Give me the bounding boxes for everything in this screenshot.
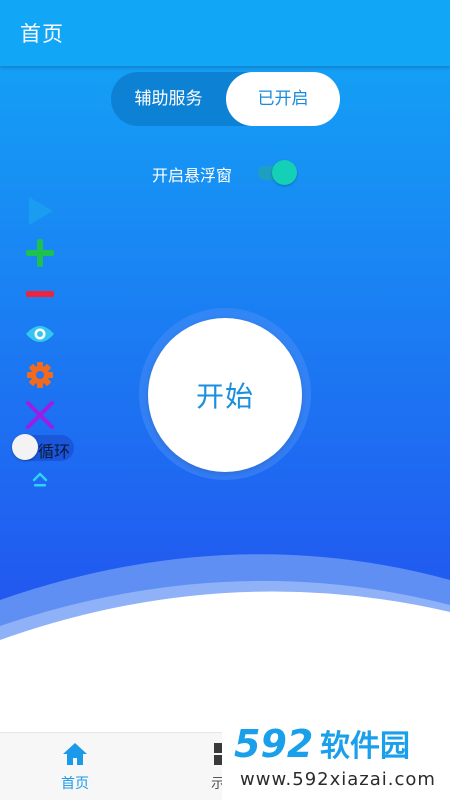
service-segmented-control[interactable]: 辅助服务 已开启 [111,72,340,126]
eye-icon [26,326,54,342]
start-button[interactable]: 开始 [148,318,302,472]
switch-thumb [272,160,297,185]
watermark: 592 软件园 www.592xiazai.com [222,717,450,800]
remove-button[interactable] [22,276,58,312]
svg-text:592: 592 [234,723,313,763]
close-button[interactable] [22,397,58,433]
home-screen: 首页 辅助服务 已开启 开启悬浮窗 循环 开始 首页 592 软件园 www.5… [0,0,450,800]
play-icon [29,197,53,225]
plus-icon [26,239,54,267]
view-button[interactable] [22,316,58,352]
segment-accessibility-service[interactable]: 辅助服务 [111,72,226,126]
loop-switch-thumb [12,434,38,460]
page-title: 首页 [20,22,64,46]
segment-enabled[interactable]: 已开启 [226,72,340,126]
play-button[interactable] [22,193,58,229]
close-icon [26,401,54,429]
app-bar: 首页 [0,0,450,66]
loop-switch[interactable]: 循环 [12,432,74,462]
nav-item-home[interactable]: 首页 [25,741,125,797]
watermark-url: www.592xiazai.com [240,769,436,790]
svg-text:软件园: 软件园 [320,729,410,763]
floating-window-switch[interactable] [258,160,297,185]
add-button[interactable] [22,235,58,271]
watermark-logo: 592 软件园 [234,723,410,763]
home-icon [63,743,87,765]
floating-window-row: 开启悬浮窗 [150,158,310,188]
settings-button[interactable] [22,357,58,393]
collapse-toolbar-button[interactable] [22,464,58,494]
chevron-up-icon [32,472,48,487]
floating-window-label: 开启悬浮窗 [152,166,233,185]
loop-label: 循环 [38,442,71,461]
gear-icon [27,362,53,388]
nav-label-home: 首页 [61,776,89,792]
minus-icon [26,291,54,297]
